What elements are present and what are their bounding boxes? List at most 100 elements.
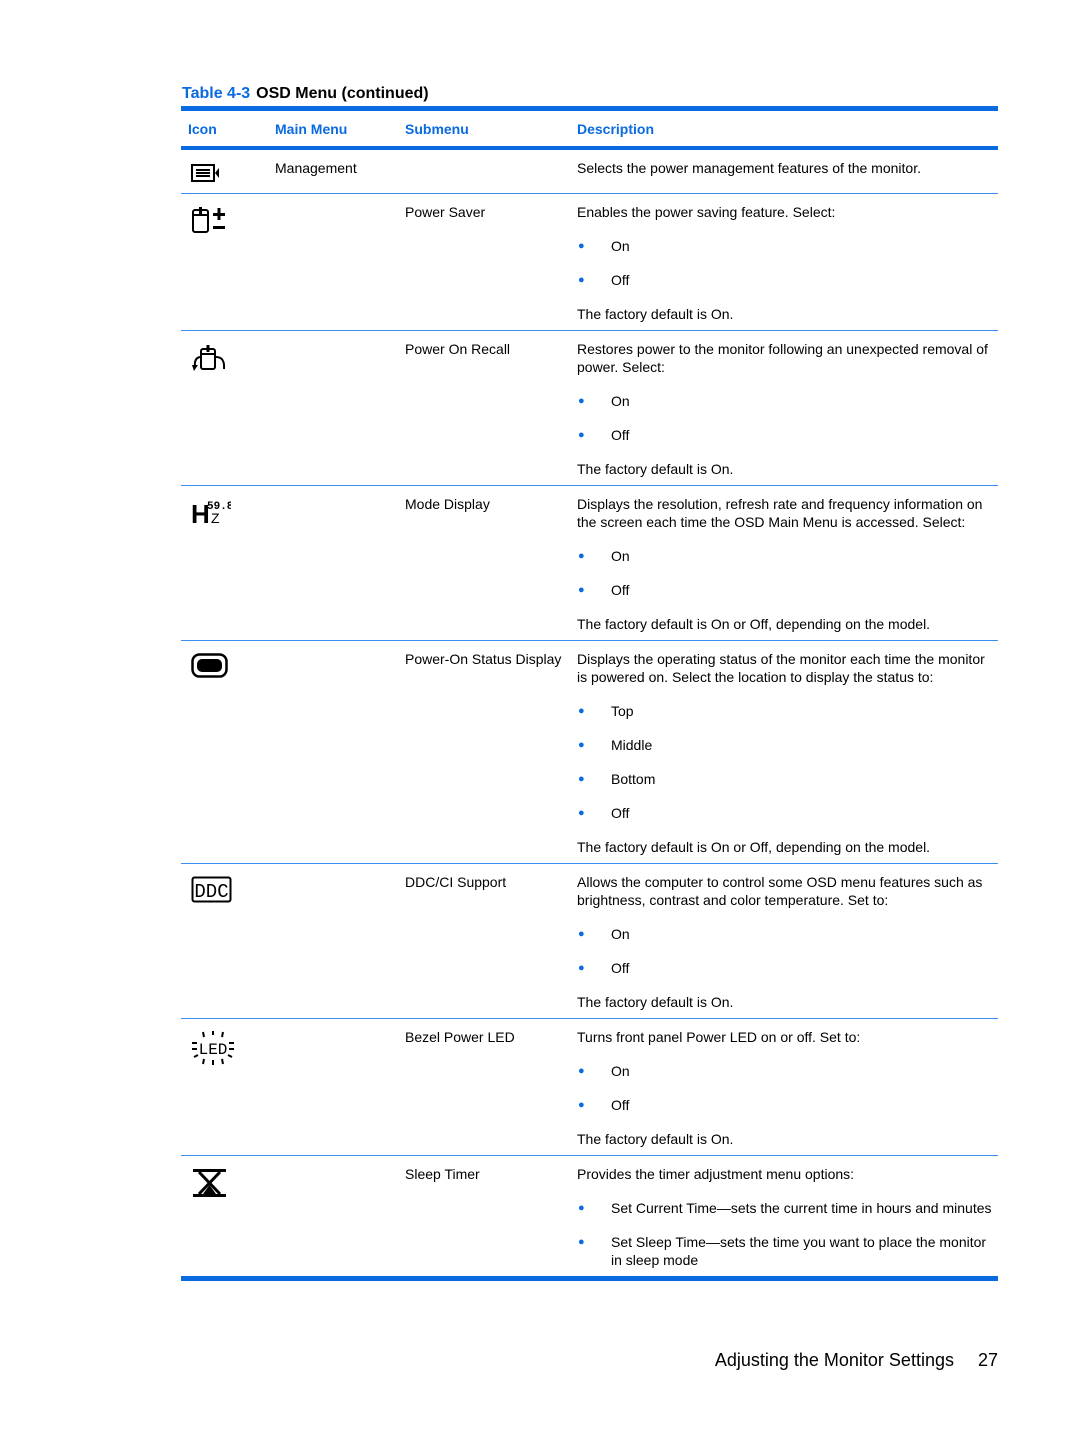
header-main-menu: Main Menu — [275, 120, 348, 137]
bullet-icon: ● — [578, 240, 585, 252]
bullet-item: ● On — [577, 392, 998, 410]
table-row: Sleep Timer Provides the timer adjustmen… — [181, 1156, 998, 1276]
factory-default-text: The factory default is On. — [577, 306, 734, 322]
main-menu-cell — [275, 486, 405, 640]
main-menu-cell — [275, 194, 405, 330]
main-menu-cell — [275, 1019, 405, 1155]
bullet-icon: ● — [578, 928, 585, 940]
bullet-item: ● Set Current Time—sets the current time … — [577, 1199, 998, 1217]
main-menu-cell — [275, 864, 405, 1018]
table-bottom-rule — [181, 1276, 998, 1281]
table-row: Power Saver Enables the power saving fea… — [181, 194, 998, 330]
table-row: DDC DDC/CI Support Allows the computer t… — [181, 864, 998, 1018]
description-cell: Restores power to the monitor following … — [577, 331, 998, 485]
description-text: Displays the resolution, refresh rate an… — [577, 496, 983, 530]
submenu-cell: Power Saver — [405, 204, 486, 220]
submenu-cell: DDC/CI Support — [405, 874, 507, 890]
bullet-icon: ● — [578, 550, 585, 562]
description-text: Provides the timer adjustment menu optio… — [577, 1166, 855, 1182]
submenu-cell: Mode Display — [405, 496, 490, 512]
table-row: Management Selects the power management … — [181, 150, 998, 193]
bullet-item: ● Top — [577, 702, 998, 720]
bullet-text: On — [611, 1063, 630, 1079]
bullet-text: Bottom — [611, 771, 656, 787]
bullet-item: ● Off — [577, 959, 998, 977]
description-cell: Displays the resolution, refresh rate an… — [577, 486, 998, 640]
submenu-cell: Bezel Power LED — [405, 1029, 515, 1045]
bullet-icon: ● — [578, 1236, 585, 1248]
header-description: Description — [577, 120, 655, 137]
bullet-text: On — [611, 548, 630, 564]
bullet-text: Off — [611, 960, 630, 976]
bullet-item: ● Off — [577, 804, 998, 822]
footer-section-title: Adjusting the Monitor Settings — [714, 1350, 954, 1370]
bullet-text: Off — [611, 805, 630, 821]
description-text: Allows the computer to control some OSD … — [577, 874, 983, 908]
bullet-text: Off — [611, 272, 630, 288]
factory-default-text: The factory default is On. — [577, 461, 734, 477]
main-menu-cell: Management — [275, 160, 357, 176]
factory-default-text: The factory default is On or Off, depend… — [577, 616, 931, 632]
bullet-text: Set Sleep Time—sets the time you want to… — [611, 1234, 987, 1268]
bullet-item: ● Middle — [577, 736, 998, 754]
bullet-item: ● Off — [577, 271, 998, 289]
bullet-item: ● Set Sleep Time—sets the time you want t… — [577, 1233, 998, 1269]
ddc-label: DDC — [194, 881, 228, 903]
main-menu-cell — [275, 331, 405, 485]
bullet-item: ● On — [577, 547, 998, 565]
description-cell: Provides the timer adjustment menu optio… — [577, 1156, 998, 1276]
bullet-icon: ● — [578, 584, 585, 596]
description-cell: Selects the power management features of… — [577, 150, 998, 193]
bullet-icon: ● — [578, 429, 585, 441]
description-text: Selects the power management features of… — [577, 160, 921, 176]
page-number: 27 — [977, 1350, 998, 1370]
bullet-text: Top — [611, 703, 634, 719]
header-icon: Icon — [188, 120, 217, 137]
description-text: Turns front panel Power LED on or off. S… — [577, 1029, 861, 1045]
power-saver-icon — [181, 194, 275, 330]
bullet-text: Off — [611, 1097, 630, 1113]
bullet-icon: ● — [578, 1202, 585, 1214]
bullet-icon: ● — [578, 1099, 585, 1111]
bullet-icon: ● — [578, 705, 585, 717]
bullet-text: On — [611, 238, 630, 254]
submenu-cell: Sleep Timer — [405, 1166, 480, 1182]
description-text: Displays the operating status of the mon… — [577, 651, 985, 685]
power-on-recall-icon — [181, 331, 275, 485]
submenu-cell — [405, 150, 577, 193]
bullet-text: On — [611, 926, 630, 942]
power-on-status-icon — [181, 641, 275, 863]
osd-menu-table: Icon Main Menu Submenu Description Manag… — [181, 106, 998, 1281]
description-text: Restores power to the monitor following … — [577, 341, 988, 375]
mode-display-z: Z — [211, 510, 220, 526]
ddc-ci-icon: DDC — [181, 864, 275, 1018]
table-caption: Table 4-3 OSD Menu (continued) — [182, 85, 429, 103]
bullet-item: ● On — [577, 237, 998, 255]
bullet-item: ● On — [577, 925, 998, 943]
management-icon — [181, 150, 275, 193]
bullet-item: ● On — [577, 1062, 998, 1080]
table-header: Icon Main Menu Submenu Description — [181, 111, 998, 146]
bullet-item: ● Bottom — [577, 770, 998, 788]
table-row: Power On Recall Restores power to the mo… — [181, 331, 998, 485]
bullet-icon: ● — [578, 274, 585, 286]
bullet-item: ● Off — [577, 1096, 998, 1114]
description-cell: Allows the computer to control some OSD … — [577, 864, 998, 1018]
main-menu-cell — [275, 641, 405, 863]
led-label: LED — [199, 1041, 228, 1059]
main-menu-cell — [275, 1156, 405, 1276]
description-text: Enables the power saving feature. Select… — [577, 204, 836, 220]
description-cell: Turns front panel Power LED on or off. S… — [577, 1019, 998, 1155]
submenu-cell: Power-On Status Display — [405, 651, 562, 667]
page-footer: Adjusting the Monitor Settings 27 — [715, 1350, 998, 1371]
bullet-text: On — [611, 393, 630, 409]
factory-default-text: The factory default is On. — [577, 1131, 734, 1147]
bullet-text: Off — [611, 582, 630, 598]
bullet-text: Set Current Time—sets the current time i… — [611, 1200, 992, 1216]
description-cell: Enables the power saving feature. Select… — [577, 194, 998, 330]
bullet-icon: ● — [578, 1065, 585, 1077]
table-row: LED Bezel Power LED Turns front panel Po… — [181, 1019, 998, 1155]
bullet-item: ● Off — [577, 581, 998, 599]
led-icon: LED — [181, 1019, 275, 1155]
bullet-icon: ● — [578, 962, 585, 974]
